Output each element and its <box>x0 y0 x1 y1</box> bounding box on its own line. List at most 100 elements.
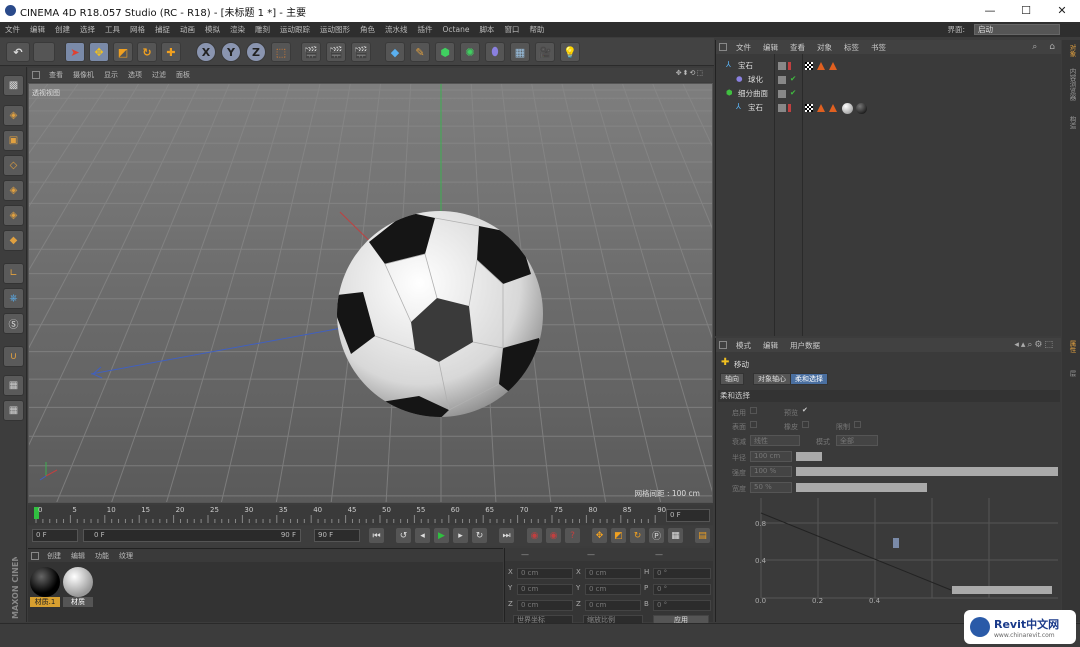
menu-script[interactable]: 脚本 <box>474 24 499 35</box>
rotation-h-field[interactable]: 0 ° <box>653 568 711 579</box>
layout-select[interactable]: 启动 <box>974 24 1060 35</box>
autokey-button[interactable]: ◉ <box>546 528 561 543</box>
material-menu-create[interactable]: 创建 <box>42 551 66 561</box>
perspective-viewport[interactable]: 透视视图 网格间距 : 100 cm <box>28 83 713 503</box>
position-z-field[interactable]: 0 cm <box>517 600 573 611</box>
texture-mode-button[interactable]: ▣ <box>3 130 24 151</box>
next-key-button[interactable]: ↻ <box>472 528 487 543</box>
minimize-button[interactable]: — <box>972 0 1008 22</box>
menu-help[interactable]: 帮助 <box>524 24 549 35</box>
phong-tag-icon[interactable] <box>829 104 837 112</box>
object-row-subdivision-surface[interactable]: ⬢ 细分曲面 ✔ <box>716 88 1062 101</box>
viewport-menu-display[interactable]: 显示 <box>99 70 123 80</box>
last-tool-button[interactable]: ✚ <box>161 42 181 62</box>
curve-handle[interactable] <box>893 538 899 548</box>
maximize-button[interactable]: ☐ <box>1008 0 1044 22</box>
material-swatch-2[interactable]: 材质 <box>63 567 93 607</box>
graph-scroll-bar[interactable] <box>952 586 1052 594</box>
record-button[interactable]: ◉ <box>527 528 542 543</box>
coordinate-system-button[interactable]: ⬚ <box>271 42 291 62</box>
size-x-field[interactable]: 0 cm <box>585 568 641 579</box>
points-mode-button[interactable]: ◈ <box>3 180 24 201</box>
viewport-navigation-icons[interactable]: ✥⬍⟲⬚ <box>671 69 709 77</box>
visibility-dot[interactable] <box>778 76 786 84</box>
timeline-window-button[interactable]: ▤ <box>695 528 710 543</box>
menu-simulate[interactable]: 模拟 <box>200 24 225 35</box>
render-dot[interactable] <box>788 62 791 70</box>
rotation-b-field[interactable]: 0 ° <box>653 600 711 611</box>
side-tab-objects[interactable]: 对象 <box>1065 44 1077 57</box>
x-axis-button[interactable]: X <box>196 42 216 62</box>
start-frame-field[interactable]: 0 F <box>32 529 78 542</box>
mograph-button[interactable]: ✺ <box>460 42 480 62</box>
attribute-menu-user-data[interactable]: 用户数据 <box>784 340 826 351</box>
snap-button[interactable]: ∪ <box>3 346 24 367</box>
tweak-mode-button[interactable]: ⎈ <box>3 288 24 309</box>
visibility-dot[interactable] <box>778 104 786 112</box>
menu-create[interactable]: 创建 <box>50 24 75 35</box>
viewport-menu-camera[interactable]: 摄像机 <box>68 70 99 80</box>
surface-checkbox[interactable] <box>750 421 757 428</box>
object-home-icon[interactable]: ⌂ <box>1043 42 1061 52</box>
deformer-button[interactable]: ⬮ <box>485 42 505 62</box>
undo-button[interactable]: ↶ <box>6 42 30 62</box>
menu-octane[interactable]: Octane <box>438 25 475 34</box>
render-dot[interactable] <box>788 104 791 112</box>
solo-button[interactable]: Ⓢ <box>3 313 24 334</box>
workplane-grid-button[interactable]: ▦ <box>3 375 24 396</box>
tab-object-axis[interactable]: 对象轴心 <box>753 373 791 385</box>
current-frame-field[interactable]: 0 F <box>666 509 710 522</box>
make-editable-button[interactable]: ▩ <box>3 75 24 96</box>
cube-button[interactable]: ◆ <box>385 42 405 62</box>
menu-mesh[interactable]: 网格 <box>125 24 150 35</box>
side-tab-structure[interactable]: 构造 <box>1065 116 1077 129</box>
redo-button[interactable] <box>33 42 55 62</box>
rotation-p-field[interactable]: 0 ° <box>653 584 711 595</box>
radius-slider[interactable] <box>796 452 1058 461</box>
polygons-mode-button[interactable]: ◆ <box>3 230 24 251</box>
previous-frame-button[interactable]: ◂ <box>415 528 430 543</box>
mode-select[interactable]: 全部 <box>836 435 878 446</box>
side-tab-attributes[interactable]: 属性 <box>1065 340 1077 353</box>
previous-key-button[interactable]: ↺ <box>396 528 411 543</box>
menu-edit[interactable]: 编辑 <box>25 24 50 35</box>
enable-checkbox[interactable] <box>750 407 757 414</box>
close-button[interactable]: ✕ <box>1044 0 1080 22</box>
menu-tools[interactable]: 工具 <box>100 24 125 35</box>
falloff-select[interactable]: 线性 <box>750 435 800 446</box>
material-swatch-1[interactable]: 材质.1 <box>30 567 60 607</box>
render-view-button[interactable]: 🎬 <box>301 42 321 62</box>
enabled-check-icon[interactable]: ✔ <box>790 74 796 83</box>
floor-button[interactable]: ▦ <box>510 42 530 62</box>
phong-tag-icon[interactable] <box>817 104 825 112</box>
workplane-mode-button[interactable]: ◇ <box>3 155 24 176</box>
edges-mode-button[interactable]: ◈ <box>3 205 24 226</box>
size-z-field[interactable]: 0 cm <box>585 600 641 611</box>
subdivision-button[interactable]: ⬢ <box>435 42 455 62</box>
phong-tag-icon[interactable] <box>829 62 837 70</box>
material-menu-texture[interactable]: 纹理 <box>114 551 138 561</box>
object-menu-view[interactable]: 查看 <box>784 42 811 53</box>
material-menu-function[interactable]: 功能 <box>90 551 114 561</box>
render-settings-button[interactable]: 🎬 <box>351 42 371 62</box>
key-position-button[interactable]: ✥ <box>592 528 607 543</box>
object-search-icon[interactable]: ⌕ <box>1026 42 1043 52</box>
viewport-menu-filter[interactable]: 过滤 <box>147 70 171 80</box>
z-axis-button[interactable]: Z <box>246 42 266 62</box>
lock-workplane-button[interactable]: ▦ <box>3 400 24 421</box>
object-menu-edit[interactable]: 编辑 <box>757 42 784 53</box>
key-scale-button[interactable]: ◩ <box>611 528 626 543</box>
object-row-gem[interactable]: ⅄ 宝石 <box>716 60 1062 73</box>
phong-tag-icon[interactable] <box>817 62 825 70</box>
object-menu-objects[interactable]: 对象 <box>811 42 838 53</box>
material-menu-edit[interactable]: 编辑 <box>66 551 90 561</box>
preview-checkbox[interactable]: ✔ <box>802 406 808 414</box>
camera-button[interactable]: 🎥 <box>535 42 555 62</box>
render-picture-viewer-button[interactable]: 🎬 <box>326 42 346 62</box>
object-menu-tags[interactable]: 标签 <box>838 42 865 53</box>
menu-sculpt[interactable]: 雕刻 <box>250 24 275 35</box>
object-row-gem-child[interactable]: ⅄ 宝石 <box>716 102 1062 115</box>
timeline-ruler[interactable]: 0 5 10 15 20 25 30 35 40 45 50 55 60 65 70 75 80 85 90 0 F <box>28 505 713 525</box>
live-select-button[interactable]: ➤ <box>65 42 85 62</box>
width-field[interactable]: 50 % <box>750 482 792 493</box>
